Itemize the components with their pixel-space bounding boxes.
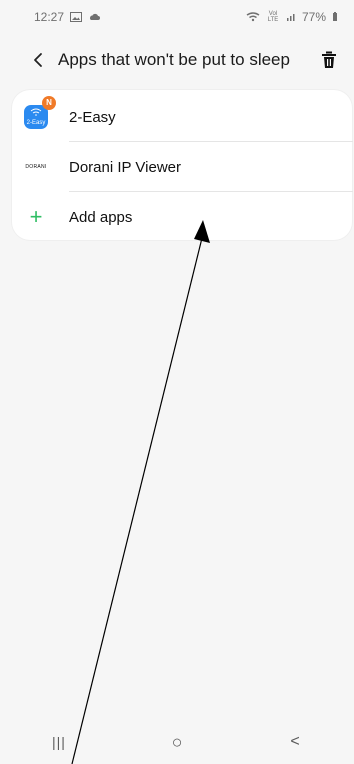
add-apps-button[interactable]: + Add apps <box>12 192 352 242</box>
cloud-icon <box>88 13 101 21</box>
status-time: 12:27 <box>34 10 65 24</box>
back-nav-button[interactable]: < <box>271 720 319 764</box>
battery-icon <box>332 12 338 22</box>
recent-apps-icon: ||| <box>52 734 66 750</box>
list-item-label: 2-Easy <box>69 108 116 126</box>
wifi-icon <box>30 108 42 116</box>
navigation-bar: ||| ○ < <box>0 720 354 764</box>
add-apps-label: Add apps <box>69 208 133 226</box>
trash-icon <box>322 51 336 68</box>
app-settings-screen: 12:27 Vol LTE 77% Apps that won't be put… <box>0 0 354 764</box>
home-icon: ○ <box>171 731 183 752</box>
dorani-logo-text: DORANI <box>25 164 47 170</box>
status-right: Vol LTE 77% <box>246 10 338 24</box>
page-title: Apps that won't be put to sleep <box>58 50 290 69</box>
list-item-label: Dorani IP Viewer <box>69 158 182 176</box>
gallery-icon <box>70 12 83 22</box>
2-easy-icon-text: 2-Easy <box>26 120 46 126</box>
list-item-2-easy[interactable]: 2-Easy N 2-Easy <box>12 92 352 142</box>
battery-percentage: 77% <box>301 10 326 24</box>
signal-icon <box>286 12 296 22</box>
header: Apps that won't be put to sleep <box>0 40 354 80</box>
list-item-dorani-ip-viewer[interactable]: DORANI Dorani IP Viewer <box>12 142 352 192</box>
dorani-app-icon: DORANI <box>24 163 48 171</box>
dorani-app-icon-wrapper: DORANI <box>24 155 48 179</box>
2-easy-app-icon-wrapper: 2-Easy N <box>24 96 56 129</box>
delete-button[interactable] <box>316 47 342 73</box>
back-button[interactable] <box>26 48 50 72</box>
back-nav-icon: < <box>290 733 300 750</box>
plus-icon: + <box>29 204 43 229</box>
notification-badge: N <box>42 96 56 110</box>
home-button[interactable]: ○ <box>153 720 201 764</box>
network-label: Vol LTE <box>267 11 279 23</box>
status-left: 12:27 <box>34 10 101 24</box>
apps-card: 2-Easy N 2-Easy DORANI Dorani IP Viewer … <box>12 90 353 242</box>
pointer-arrow-line <box>71 233 204 764</box>
recent-apps-button[interactable]: ||| <box>35 720 83 764</box>
2-easy-app-icon: 2-Easy N <box>24 96 56 129</box>
plus-icon-wrapper: + <box>24 205 48 229</box>
chevron-left-icon <box>34 53 42 67</box>
status-bar: 12:27 Vol LTE 77% <box>0 0 354 34</box>
wifi-icon <box>246 12 260 22</box>
